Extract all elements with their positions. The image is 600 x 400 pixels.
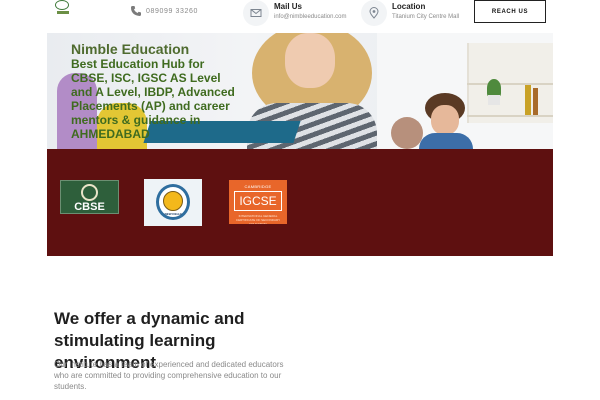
hero-tagline: Best Education Hub for CBSE, ISC, IGSC A… xyxy=(71,57,235,141)
hero-shelf-book xyxy=(533,88,538,115)
hero-brand: Nimble Education xyxy=(71,41,190,57)
boards-band: CBSE NEW DELHI CAMBRIDGE IGCSE INTERNATI… xyxy=(47,149,553,256)
location-icon-badge xyxy=(361,0,387,26)
hero-boy-face xyxy=(431,105,459,135)
mail-title: Mail Us xyxy=(274,2,303,11)
phone-number[interactable]: 089099 33260 xyxy=(146,8,198,15)
cisce-elephant-icon xyxy=(163,191,183,211)
cisce-logo[interactable]: NEW DELHI xyxy=(144,179,202,226)
school-logo[interactable] xyxy=(54,0,72,15)
cbse-logo[interactable]: CBSE xyxy=(60,180,119,214)
hero-plant-pot xyxy=(488,95,500,105)
mail-icon-badge xyxy=(243,0,269,26)
igcse-logo[interactable]: CAMBRIDGE IGCSE INTERNATIONAL GENERAL CE… xyxy=(229,180,287,224)
hero-shelf-book xyxy=(525,85,531,115)
hero-kid-background xyxy=(391,117,423,149)
mail-icon xyxy=(250,9,262,17)
cisce-label: NEW DELHI xyxy=(164,212,182,216)
cbse-emblem-icon xyxy=(81,184,98,201)
igcse-bottom-label: INTERNATIONAL GENERAL CERTIFICATE OF SEC… xyxy=(235,214,281,224)
logo-ring xyxy=(55,0,69,10)
igcse-main-label: IGCSE xyxy=(234,191,282,211)
location-pin-icon xyxy=(369,7,379,19)
location-title: Location xyxy=(392,2,426,11)
cbse-label: CBSE xyxy=(74,201,105,213)
phone-icon xyxy=(131,6,141,16)
hero-shelf-board xyxy=(467,83,553,85)
hero-shelf-board xyxy=(467,115,553,117)
hero-boy-shirt xyxy=(419,133,473,149)
hero-girl-face xyxy=(285,33,335,88)
igcse-top-label: CAMBRIDGE xyxy=(244,184,272,189)
reach-us-button[interactable]: REACH US xyxy=(474,0,546,23)
logo-base xyxy=(57,11,69,14)
location-address: Titanium City Centre Mall xyxy=(392,14,460,20)
offer-description: Our institute has a team of experienced … xyxy=(54,360,284,391)
mail-address[interactable]: info@nimbleeducation.com xyxy=(274,14,346,20)
